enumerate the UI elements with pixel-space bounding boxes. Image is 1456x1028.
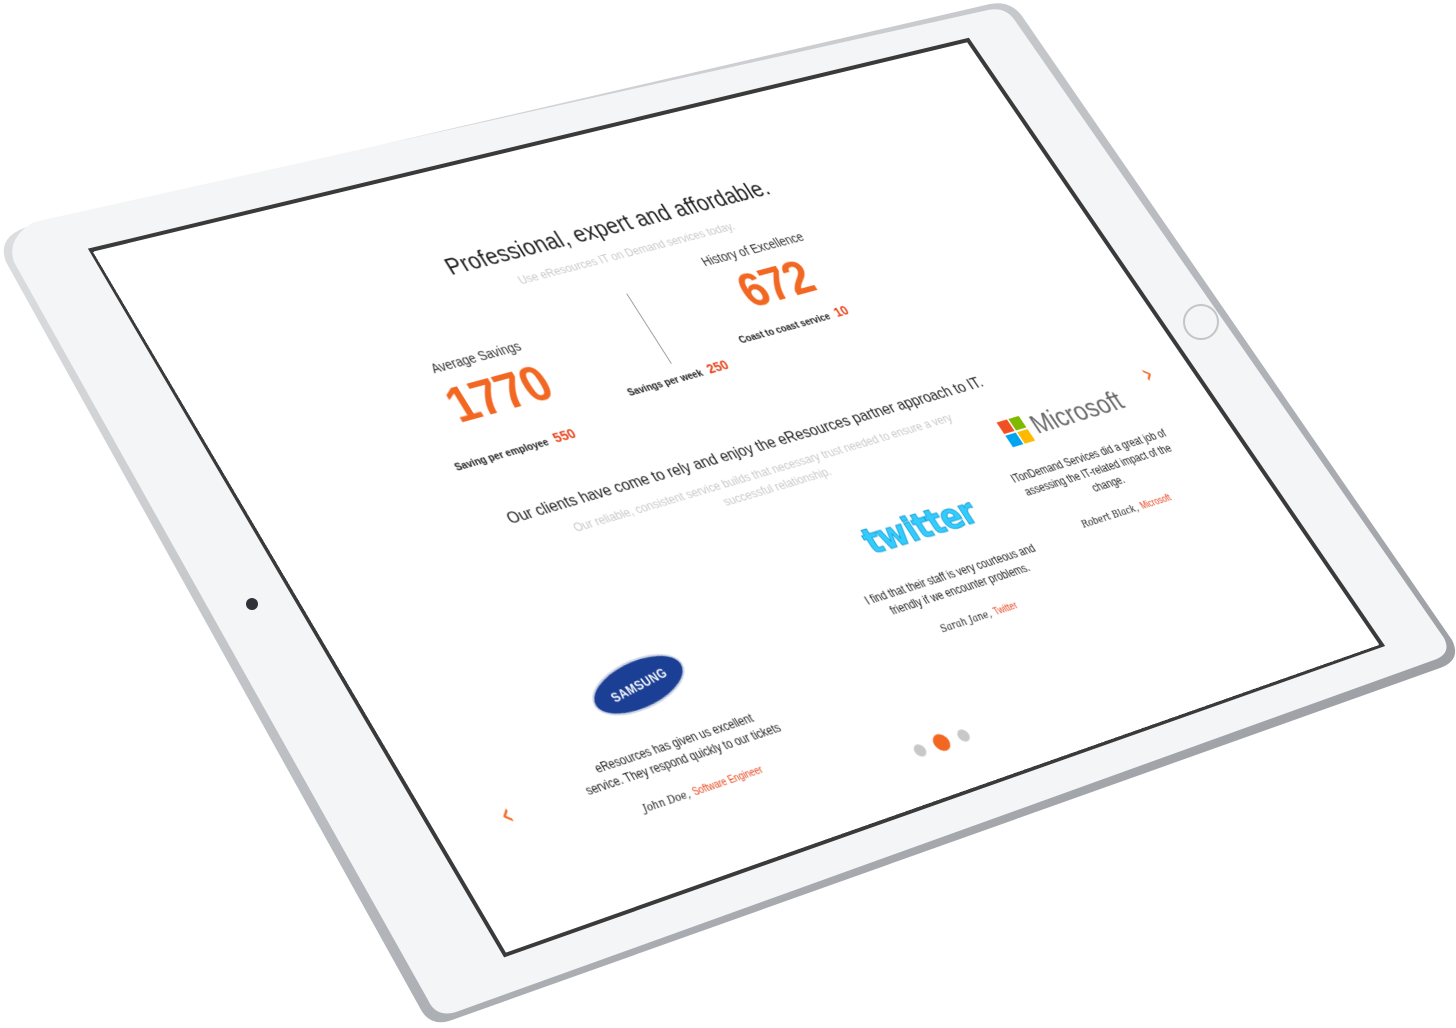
stat-savings-week-sub: Savings per week250 [623, 337, 806, 400]
stat-sub-value: 10 [830, 302, 853, 321]
chevron-left-icon[interactable]: ‹ [491, 797, 522, 834]
twitter-logo-text: twitter [853, 491, 986, 563]
testimonial-author: John Doe, [639, 787, 693, 816]
stat-sub-value: 550 [549, 425, 580, 447]
stat-sub-value: 250 [703, 357, 733, 377]
carousel-dot-active[interactable] [929, 732, 954, 754]
samsung-logo-text: SAMSUNG [607, 664, 671, 705]
stat-sub-label: Saving per employee [452, 436, 552, 474]
front-camera [246, 598, 258, 610]
testimonial-author: Robert Black, [1078, 501, 1142, 531]
testimonial-role[interactable]: Twitter [992, 601, 1021, 618]
carousel-dot[interactable] [910, 742, 929, 758]
microsoft-logo-text: Microsoft [1023, 386, 1130, 440]
stats-divider [626, 293, 672, 364]
carousel-dot[interactable] [954, 727, 973, 743]
samsung-logo: SAMSUNG [579, 641, 698, 729]
testimonial-role[interactable]: Software Engineer [690, 765, 765, 798]
stat-sub-label: Savings per week [625, 367, 706, 399]
testimonial-role[interactable]: Microsoft [1138, 493, 1173, 511]
testimonial-author: Sarah Jane, [937, 607, 995, 635]
